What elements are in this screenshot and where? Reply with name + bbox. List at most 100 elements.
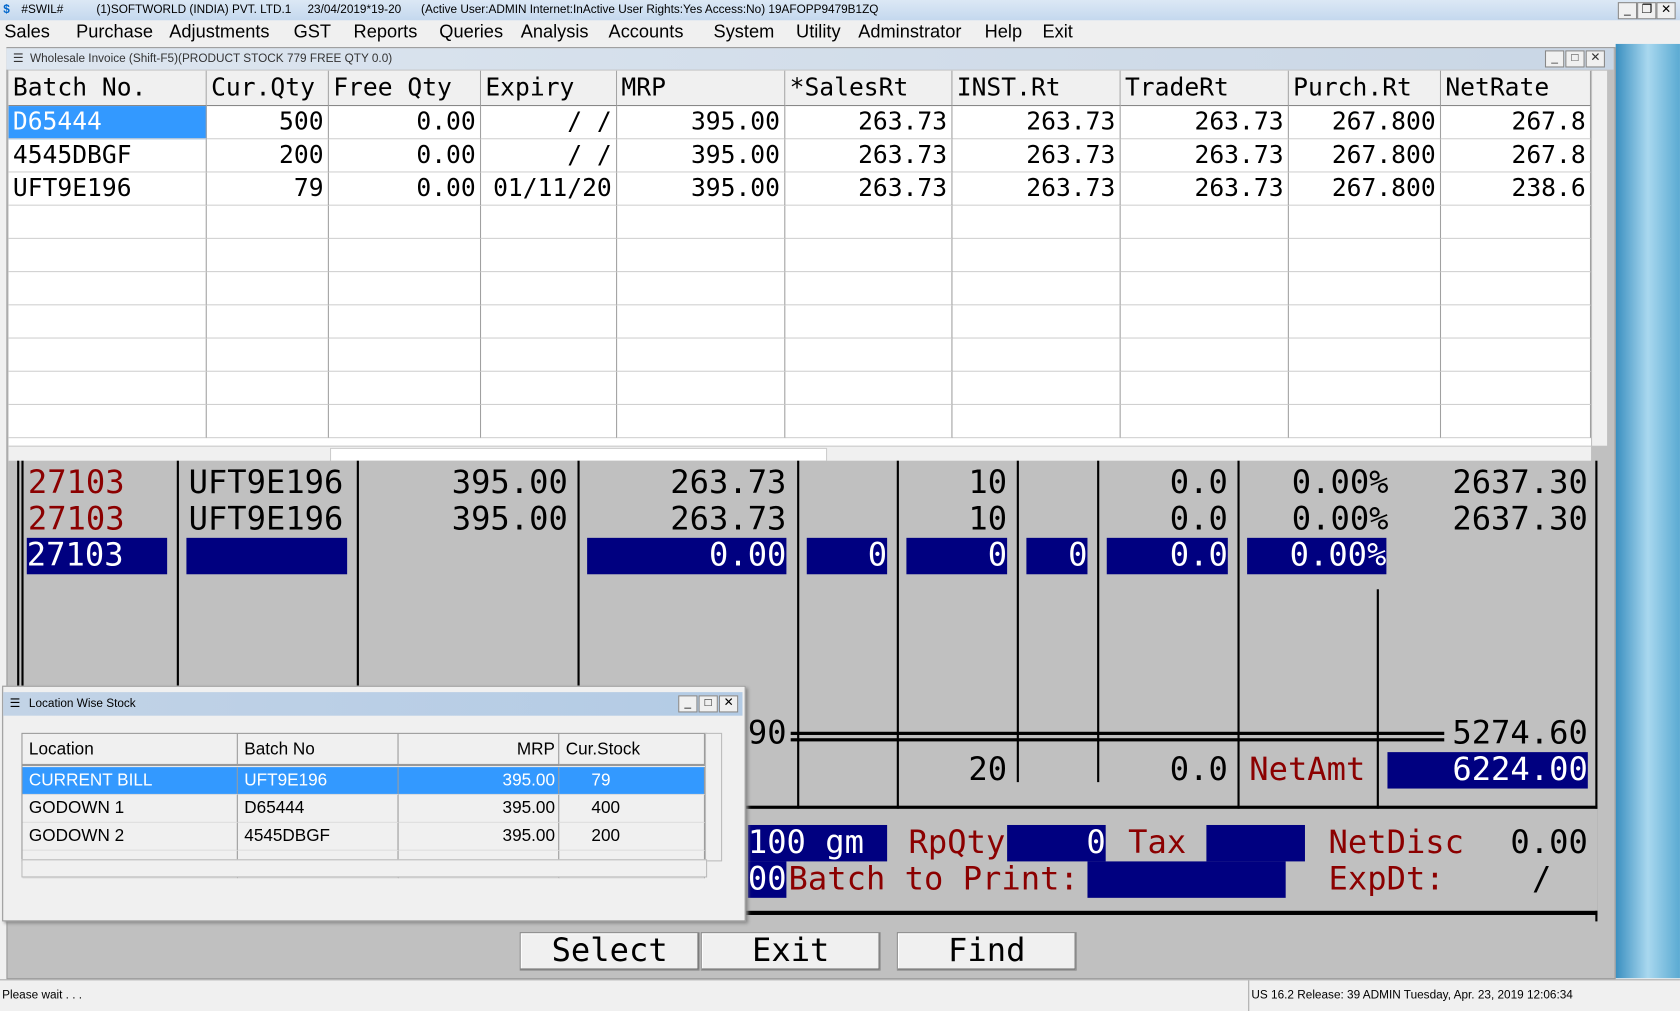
- batch-grid-hscroll[interactable]: [8, 445, 1592, 462]
- line-amount[interactable]: 2637.30: [1391, 464, 1587, 501]
- batch-cell[interactable]: 263.73: [1120, 106, 1289, 140]
- batch-cell[interactable]: 0.00: [328, 106, 482, 140]
- batch-cell[interactable]: UFT9E196: [8, 172, 207, 206]
- menu-exit[interactable]: Exit: [1042, 20, 1072, 44]
- batch-cell[interactable]: 267.800: [1288, 139, 1442, 173]
- batch-cell[interactable]: 395.00: [617, 139, 786, 173]
- batch-cell[interactable]: 263.73: [1120, 172, 1289, 206]
- line-disc-pct[interactable]: 0.00%: [1241, 501, 1389, 537]
- line-batch[interactable]: UFT9E196: [189, 464, 344, 501]
- batch-cell[interactable]: 01/11/20: [481, 172, 618, 206]
- batch-cell[interactable]: 79: [206, 172, 329, 206]
- location-cell[interactable]: 79: [559, 767, 705, 795]
- entry-field[interactable]: 0: [1026, 537, 1088, 575]
- column-header[interactable]: TradeRt: [1120, 70, 1289, 107]
- column-header[interactable]: NetRate: [1441, 70, 1592, 107]
- dialog-maximize-button[interactable]: □: [698, 695, 718, 713]
- location-cell[interactable]: 395.00: [398, 767, 560, 795]
- batch-cell[interactable]: 263.73: [1120, 139, 1289, 173]
- line-batch[interactable]: UFT9E196: [189, 501, 344, 537]
- location-cell[interactable]: UFT9E196: [237, 767, 399, 795]
- entry-code-field[interactable]: 27103: [26, 537, 168, 575]
- batch-cell[interactable]: / /: [481, 139, 618, 173]
- line-mrp[interactable]: 395.00: [373, 501, 568, 537]
- batch-cell[interactable]: 267.800: [1288, 172, 1442, 206]
- find-button[interactable]: Find: [896, 932, 1077, 971]
- line-rate[interactable]: 263.73: [587, 464, 786, 501]
- column-header[interactable]: Location: [22, 733, 238, 767]
- batch-cell[interactable]: 0.00: [328, 172, 482, 206]
- batch-cell[interactable]: 263.73: [785, 139, 953, 173]
- batch-cell[interactable]: 395.00: [617, 106, 786, 140]
- batch-cell[interactable]: / /: [481, 106, 618, 140]
- location-cell[interactable]: 200: [559, 822, 705, 851]
- batch-cell[interactable]: 4545DBGF: [8, 139, 207, 173]
- menu-queries[interactable]: Queries: [439, 20, 503, 44]
- line-disc[interactable]: 0.0: [1101, 501, 1228, 537]
- line-qty[interactable]: 10: [909, 501, 1007, 537]
- line-amount[interactable]: 2637.30: [1391, 501, 1587, 537]
- column-header[interactable]: Free Qty: [328, 70, 482, 107]
- line-disc-pct[interactable]: 0.00%: [1241, 464, 1389, 501]
- minimize-button[interactable]: _: [1617, 2, 1638, 20]
- line-mrp[interactable]: 395.00: [373, 464, 568, 501]
- menu-gst[interactable]: GST: [294, 20, 331, 44]
- menu-purchase[interactable]: Purchase: [76, 20, 153, 44]
- batch-cell[interactable]: 263.73: [952, 139, 1121, 173]
- location-cell[interactable]: 400: [559, 794, 705, 823]
- hscroll-thumb[interactable]: [329, 447, 828, 462]
- column-header[interactable]: Cur.Qty: [206, 70, 329, 107]
- batch-grid-vscroll[interactable]: [1592, 70, 1608, 446]
- location-cell[interactable]: 4545DBGF: [237, 822, 399, 851]
- exit-button[interactable]: Exit: [700, 932, 881, 971]
- menu-adjustments[interactable]: Adjustments: [169, 20, 269, 44]
- batch-cell[interactable]: 200: [206, 139, 329, 173]
- line-rate[interactable]: 263.73: [587, 501, 786, 537]
- batch-cell[interactable]: 263.73: [785, 172, 953, 206]
- location-grid-vscroll[interactable]: [704, 732, 723, 862]
- location-cell[interactable]: GODOWN 2: [22, 822, 238, 851]
- column-header[interactable]: Batch No: [237, 733, 399, 767]
- location-cell[interactable]: 395.00: [398, 794, 560, 823]
- location-cell[interactable]: D65444: [237, 794, 399, 823]
- batch-cell[interactable]: 267.800: [1288, 106, 1442, 140]
- batch-cell[interactable]: 263.73: [952, 106, 1121, 140]
- entry-qty-field[interactable]: 0: [906, 537, 1008, 575]
- menu-utility[interactable]: Utility: [796, 20, 841, 44]
- batch-cell[interactable]: 263.73: [952, 172, 1121, 206]
- child-close-button[interactable]: ✕: [1585, 50, 1605, 68]
- menu-adminstrator[interactable]: Adminstrator: [858, 20, 961, 44]
- select-button[interactable]: Select: [519, 932, 700, 971]
- child-maximize-button[interactable]: □: [1565, 50, 1585, 68]
- entry-rate-field[interactable]: 0.00: [587, 537, 787, 575]
- line-disc[interactable]: 0.0: [1101, 464, 1228, 501]
- batch-cell[interactable]: 267.8: [1441, 106, 1592, 140]
- line-code[interactable]: 27103: [28, 501, 125, 537]
- dialog-minimize-button[interactable]: _: [678, 695, 698, 713]
- batch-cell[interactable]: 0.00: [328, 139, 482, 173]
- column-header[interactable]: Batch No.: [8, 70, 207, 107]
- tax-field[interactable]: [1206, 824, 1305, 862]
- location-grid-hscroll[interactable]: [21, 859, 708, 878]
- column-header[interactable]: Purch.Rt: [1288, 70, 1442, 107]
- batch-cell[interactable]: 263.73: [785, 106, 953, 140]
- menu-system[interactable]: System: [714, 20, 775, 44]
- child-minimize-button[interactable]: _: [1544, 50, 1565, 68]
- menu-sales[interactable]: Sales: [4, 20, 50, 44]
- line-qty[interactable]: 10: [909, 464, 1007, 501]
- close-button[interactable]: ✕: [1656, 2, 1676, 20]
- entry-disc-pct-field[interactable]: 0.00%: [1247, 537, 1387, 575]
- batch-cell[interactable]: 267.8: [1441, 139, 1592, 173]
- column-header[interactable]: MRP: [617, 70, 786, 107]
- dialog-close-button[interactable]: ✕: [718, 695, 739, 713]
- restore-button[interactable]: ❐: [1637, 2, 1657, 20]
- menu-help[interactable]: Help: [985, 20, 1022, 44]
- entry-batch-field[interactable]: [186, 537, 348, 575]
- location-cell[interactable]: CURRENT BILL: [22, 767, 238, 795]
- entry-field[interactable]: 0: [806, 537, 888, 575]
- menu-accounts[interactable]: Accounts: [609, 20, 684, 44]
- menu-analysis[interactable]: Analysis: [521, 20, 589, 44]
- entry-disc-field[interactable]: 0.0: [1106, 537, 1228, 575]
- column-header[interactable]: *SalesRt: [785, 70, 953, 107]
- batch-cell[interactable]: 500: [206, 106, 329, 140]
